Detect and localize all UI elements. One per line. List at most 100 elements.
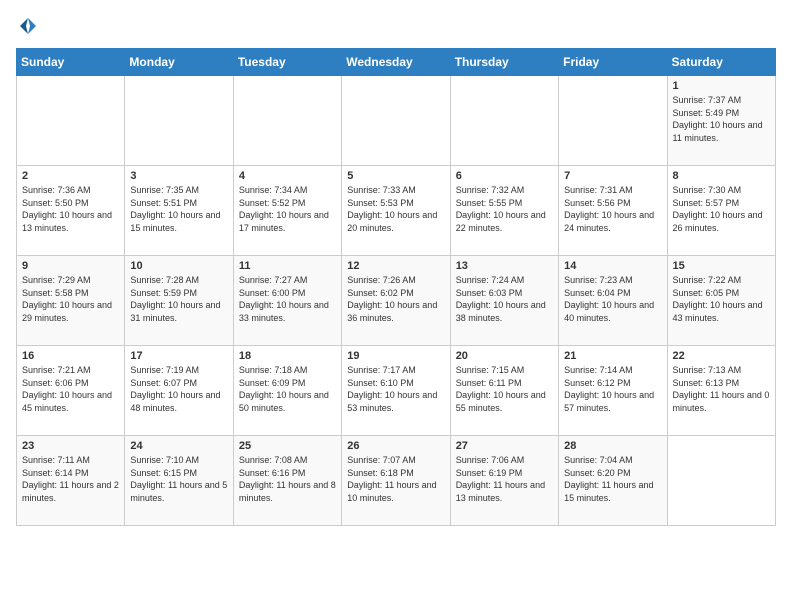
calendar-cell: 18 Sunrise: 7:18 AM Sunset: 6:09 PM Dayli… xyxy=(233,346,341,436)
calendar-cell xyxy=(559,76,667,166)
calendar-cell xyxy=(667,436,775,526)
calendar-cell: 27 Sunrise: 7:06 AM Sunset: 6:19 PM Dayli… xyxy=(450,436,558,526)
calendar-cell: 16 Sunrise: 7:21 AM Sunset: 6:06 PM Dayli… xyxy=(17,346,125,436)
day-info: Sunrise: 7:30 AM Sunset: 5:57 PM Dayligh… xyxy=(673,185,763,233)
day-number: 16 xyxy=(22,350,119,362)
calendar-cell: 28 Sunrise: 7:04 AM Sunset: 6:20 PM Dayli… xyxy=(559,436,667,526)
calendar-cell: 3 Sunrise: 7:35 AM Sunset: 5:51 PM Daylig… xyxy=(125,166,233,256)
logo xyxy=(16,16,40,36)
calendar-cell: 7 Sunrise: 7:31 AM Sunset: 5:56 PM Daylig… xyxy=(559,166,667,256)
calendar-cell: 1 Sunrise: 7:37 AM Sunset: 5:49 PM Daylig… xyxy=(667,76,775,166)
day-number: 22 xyxy=(673,350,770,362)
day-info: Sunrise: 7:11 AM Sunset: 6:14 PM Dayligh… xyxy=(22,455,119,503)
day-info: Sunrise: 7:37 AM Sunset: 5:49 PM Dayligh… xyxy=(673,95,763,143)
logo-icon xyxy=(18,16,38,36)
calendar-cell: 9 Sunrise: 7:29 AM Sunset: 5:58 PM Daylig… xyxy=(17,256,125,346)
day-info: Sunrise: 7:22 AM Sunset: 6:05 PM Dayligh… xyxy=(673,275,763,323)
day-number: 15 xyxy=(673,260,770,272)
day-number: 6 xyxy=(456,170,553,182)
calendar-cell: 24 Sunrise: 7:10 AM Sunset: 6:15 PM Dayli… xyxy=(125,436,233,526)
day-info: Sunrise: 7:19 AM Sunset: 6:07 PM Dayligh… xyxy=(130,365,220,413)
day-info: Sunrise: 7:15 AM Sunset: 6:11 PM Dayligh… xyxy=(456,365,546,413)
day-info: Sunrise: 7:07 AM Sunset: 6:18 PM Dayligh… xyxy=(347,455,436,503)
day-number: 10 xyxy=(130,260,227,272)
day-info: Sunrise: 7:27 AM Sunset: 6:00 PM Dayligh… xyxy=(239,275,329,323)
calendar-cell: 25 Sunrise: 7:08 AM Sunset: 6:16 PM Dayli… xyxy=(233,436,341,526)
page-header xyxy=(16,16,776,36)
day-number: 21 xyxy=(564,350,661,362)
calendar-cell xyxy=(450,76,558,166)
day-number: 19 xyxy=(347,350,444,362)
day-info: Sunrise: 7:18 AM Sunset: 6:09 PM Dayligh… xyxy=(239,365,329,413)
day-info: Sunrise: 7:14 AM Sunset: 6:12 PM Dayligh… xyxy=(564,365,654,413)
calendar-cell: 6 Sunrise: 7:32 AM Sunset: 5:55 PM Daylig… xyxy=(450,166,558,256)
calendar-cell: 12 Sunrise: 7:26 AM Sunset: 6:02 PM Dayli… xyxy=(342,256,450,346)
day-info: Sunrise: 7:08 AM Sunset: 6:16 PM Dayligh… xyxy=(239,455,336,503)
day-info: Sunrise: 7:10 AM Sunset: 6:15 PM Dayligh… xyxy=(130,455,227,503)
day-info: Sunrise: 7:34 AM Sunset: 5:52 PM Dayligh… xyxy=(239,185,329,233)
day-number: 4 xyxy=(239,170,336,182)
calendar-cell: 26Sunrise: 7:07 AM Sunset: 6:18 PM Dayli… xyxy=(342,436,450,526)
day-info: Sunrise: 7:26 AM Sunset: 6:02 PM Dayligh… xyxy=(347,275,437,323)
day-number: 13 xyxy=(456,260,553,272)
day-number: 27 xyxy=(456,440,553,452)
day-number: 2 xyxy=(22,170,119,182)
day-info: Sunrise: 7:28 AM Sunset: 5:59 PM Dayligh… xyxy=(130,275,220,323)
day-of-week-monday: Monday xyxy=(125,49,233,76)
day-info: Sunrise: 7:24 AM Sunset: 6:03 PM Dayligh… xyxy=(456,275,546,323)
day-info: Sunrise: 7:04 AM Sunset: 6:20 PM Dayligh… xyxy=(564,455,653,503)
day-number: 3 xyxy=(130,170,227,182)
calendar-cell: 15 Sunrise: 7:22 AM Sunset: 6:05 PM Dayli… xyxy=(667,256,775,346)
day-number: 1 xyxy=(673,80,770,92)
calendar-cell xyxy=(233,76,341,166)
calendar-cell: 4 Sunrise: 7:34 AM Sunset: 5:52 PM Daylig… xyxy=(233,166,341,256)
calendar-cell: 17 Sunrise: 7:19 AM Sunset: 6:07 PM Dayli… xyxy=(125,346,233,436)
day-info: Sunrise: 7:35 AM Sunset: 5:51 PM Dayligh… xyxy=(130,185,220,233)
day-of-week-wednesday: Wednesday xyxy=(342,49,450,76)
calendar-cell: 19 Sunrise: 7:17 AM Sunset: 6:10 PM Dayli… xyxy=(342,346,450,436)
calendar-cell: 13 Sunrise: 7:24 AM Sunset: 6:03 PM Dayli… xyxy=(450,256,558,346)
calendar-cell: 22 Sunrise: 7:13 AM Sunset: 6:13 PM Dayli… xyxy=(667,346,775,436)
day-number: 25 xyxy=(239,440,336,452)
day-info: Sunrise: 7:32 AM Sunset: 5:55 PM Dayligh… xyxy=(456,185,546,233)
calendar-cell: 10 Sunrise: 7:28 AM Sunset: 5:59 PM Dayli… xyxy=(125,256,233,346)
day-number: 20 xyxy=(456,350,553,362)
day-info: Sunrise: 7:31 AM Sunset: 5:56 PM Dayligh… xyxy=(564,185,654,233)
day-info: Sunrise: 7:33 AM Sunset: 5:53 PM Dayligh… xyxy=(347,185,437,233)
day-info: Sunrise: 7:13 AM Sunset: 6:13 PM Dayligh… xyxy=(673,365,770,413)
day-number: 24 xyxy=(130,440,227,452)
day-info: Sunrise: 7:36 AM Sunset: 5:50 PM Dayligh… xyxy=(22,185,112,233)
calendar-cell: 20 Sunrise: 7:15 AM Sunset: 6:11 PM Dayli… xyxy=(450,346,558,436)
day-of-week-friday: Friday xyxy=(559,49,667,76)
calendar-cell xyxy=(125,76,233,166)
day-number: 17 xyxy=(130,350,227,362)
day-number: 28 xyxy=(564,440,661,452)
day-of-week-sunday: Sunday xyxy=(17,49,125,76)
calendar-cell: 14 Sunrise: 7:23 AM Sunset: 6:04 PM Dayli… xyxy=(559,256,667,346)
calendar-cell xyxy=(342,76,450,166)
day-info: Sunrise: 7:06 AM Sunset: 6:19 PM Dayligh… xyxy=(456,455,545,503)
day-number: 8 xyxy=(673,170,770,182)
day-of-week-saturday: Saturday xyxy=(667,49,775,76)
day-number: 12 xyxy=(347,260,444,272)
day-of-week-thursday: Thursday xyxy=(450,49,558,76)
day-number: 5 xyxy=(347,170,444,182)
day-number: 18 xyxy=(239,350,336,362)
calendar-cell xyxy=(17,76,125,166)
day-info: Sunrise: 7:23 AM Sunset: 6:04 PM Dayligh… xyxy=(564,275,654,323)
day-number: 11 xyxy=(239,260,336,272)
calendar-cell: 5 Sunrise: 7:33 AM Sunset: 5:53 PM Daylig… xyxy=(342,166,450,256)
calendar-cell: 2 Sunrise: 7:36 AM Sunset: 5:50 PM Daylig… xyxy=(17,166,125,256)
calendar-cell: 21 Sunrise: 7:14 AM Sunset: 6:12 PM Dayli… xyxy=(559,346,667,436)
day-info: Sunrise: 7:21 AM Sunset: 6:06 PM Dayligh… xyxy=(22,365,112,413)
day-info: Sunrise: 7:17 AM Sunset: 6:10 PM Dayligh… xyxy=(347,365,437,413)
calendar-cell: 11 Sunrise: 7:27 AM Sunset: 6:00 PM Dayli… xyxy=(233,256,341,346)
day-of-week-tuesday: Tuesday xyxy=(233,49,341,76)
day-number: 23 xyxy=(22,440,119,452)
day-number: 9 xyxy=(22,260,119,272)
calendar-cell: 8 Sunrise: 7:30 AM Sunset: 5:57 PM Daylig… xyxy=(667,166,775,256)
calendar-cell: 23 Sunrise: 7:11 AM Sunset: 6:14 PM Dayli… xyxy=(17,436,125,526)
day-number: 14 xyxy=(564,260,661,272)
day-info: Sunrise: 7:29 AM Sunset: 5:58 PM Dayligh… xyxy=(22,275,112,323)
day-number: 7 xyxy=(564,170,661,182)
